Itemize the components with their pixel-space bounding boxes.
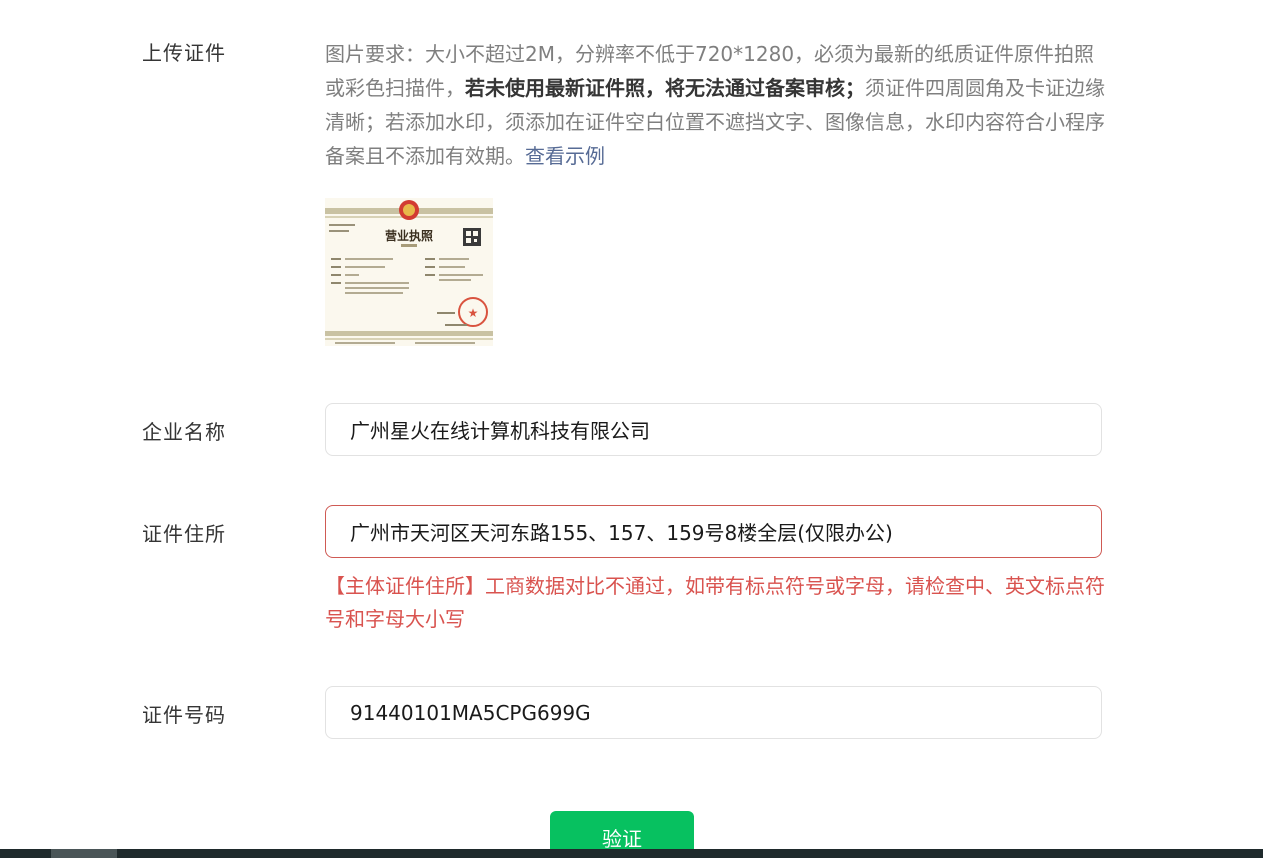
taskbar-item[interactable] (51, 849, 117, 858)
upload-label: 上传证件 (142, 41, 226, 65)
uploaded-license-image[interactable]: 营业执照 ★ (325, 198, 493, 346)
qr-code-icon (463, 228, 481, 246)
hint-text-bold: 若未使用最新证件照，将无法通过备案审核； (465, 76, 865, 100)
certificate-form-page: 上传证件 图片要求：大小不超过2M，分辨率不低于720*1280，必须为最新的纸… (0, 0, 1263, 858)
company-name-input[interactable] (325, 403, 1102, 456)
address-label: 证件住所 (142, 522, 226, 546)
svg-text:★: ★ (468, 306, 479, 320)
view-example-link[interactable]: 查看示例 (525, 144, 605, 168)
license-number-input[interactable] (325, 686, 1102, 739)
license-title: 营业执照 (385, 228, 433, 243)
business-license-thumbnail: 营业执照 ★ (325, 198, 493, 346)
address-input[interactable] (325, 505, 1102, 558)
company-name-label: 企业名称 (142, 420, 226, 444)
address-error-message: 【主体证件住所】工商数据对比不通过，如带有标点符号或字母，请检查中、英文标点符号… (325, 574, 1105, 631)
bottom-taskbar (0, 849, 1263, 858)
license-number-label: 证件号码 (142, 703, 226, 727)
upload-requirements: 图片要求：大小不超过2M，分辨率不低于720*1280，必须为最新的纸质证件原件… (325, 37, 1110, 173)
